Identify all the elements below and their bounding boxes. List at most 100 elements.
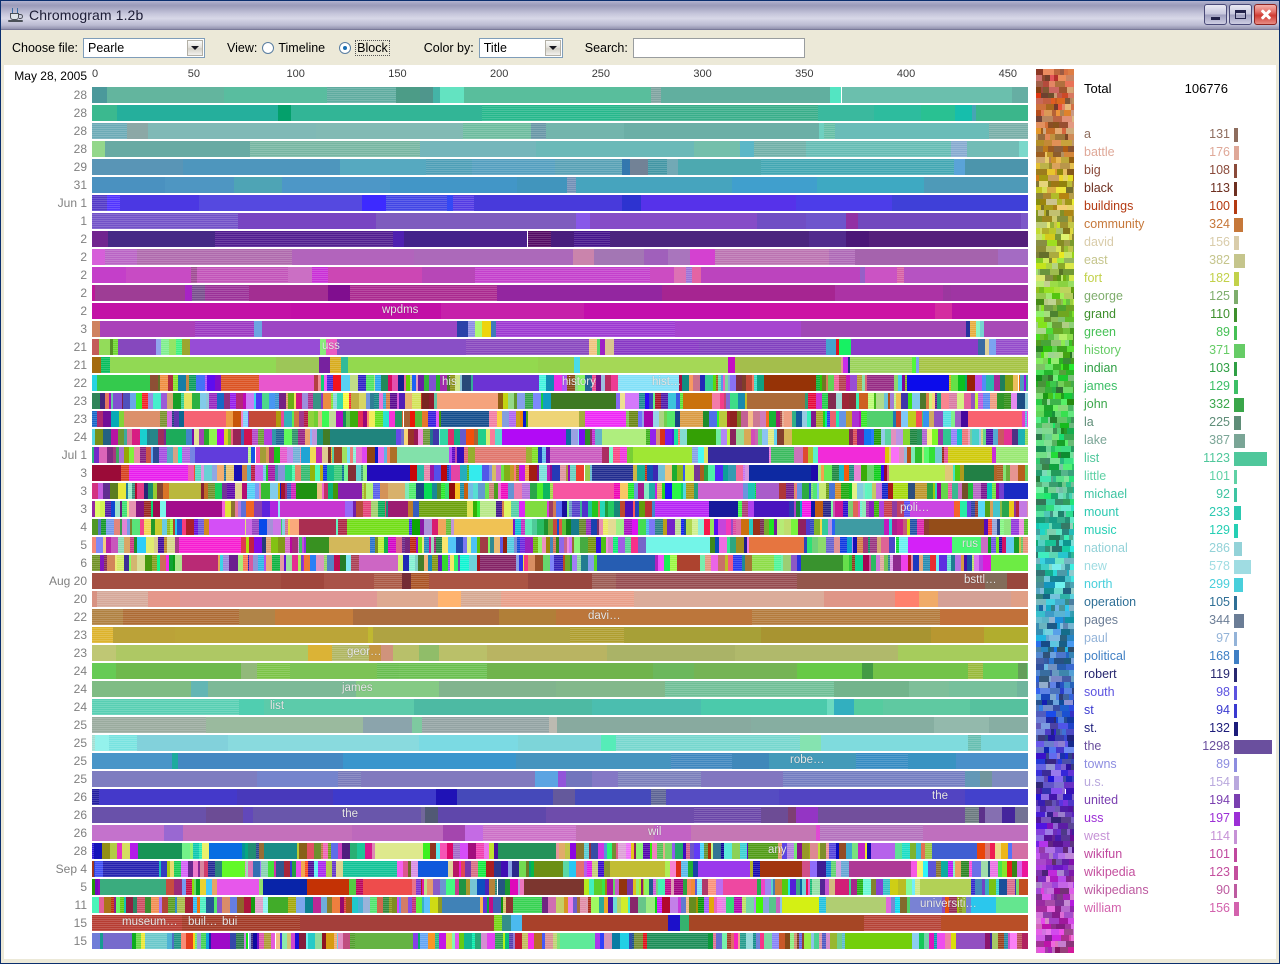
word-row[interactable]: michael92 [1078, 487, 1274, 505]
word-row[interactable]: mount233 [1078, 505, 1274, 523]
chart-row[interactable] [92, 717, 1028, 733]
chevron-down-icon[interactable] [545, 40, 561, 56]
word-row[interactable]: st94 [1078, 703, 1274, 721]
word-row[interactable]: uss197 [1078, 811, 1274, 829]
word-row[interactable]: little101 [1078, 469, 1274, 487]
search-input[interactable] [633, 38, 805, 58]
word-row[interactable]: black113 [1078, 181, 1274, 199]
chart-row[interactable]: the [92, 789, 1028, 805]
radio-block[interactable]: Block [339, 40, 390, 56]
file-select[interactable]: Pearle [83, 38, 205, 58]
word-row[interactable]: a131 [1078, 127, 1274, 145]
word-row[interactable]: st.132 [1078, 721, 1274, 739]
word-row[interactable]: david156 [1078, 235, 1274, 253]
word-row[interactable]: u.s.154 [1078, 775, 1274, 793]
chart-row[interactable] [92, 141, 1028, 157]
chart-row[interactable] [92, 483, 1028, 499]
word-row[interactable]: john332 [1078, 397, 1274, 415]
chart-row[interactable]: list [92, 699, 1028, 715]
chart-row[interactable] [92, 591, 1028, 607]
word-row[interactable]: history371 [1078, 343, 1274, 361]
chart-row[interactable] [92, 267, 1028, 283]
chart-row[interactable]: bsttl… [92, 573, 1028, 589]
chart-row[interactable] [92, 159, 1028, 175]
chart-row[interactable]: geor… [92, 645, 1028, 661]
chart-row[interactable] [92, 879, 1028, 895]
chart-row[interactable]: uss [92, 339, 1028, 355]
chart-row[interactable] [92, 177, 1028, 193]
word-row[interactable]: wikipedians90 [1078, 883, 1274, 901]
word-row[interactable]: big108 [1078, 163, 1274, 181]
title-bar[interactable]: Chromogram 1.2b [1, 1, 1280, 30]
chromogram-chart[interactable]: wpdms uss hishistoryhist… poli… rus bsttl… dav… [92, 87, 1028, 961]
overview-thumbnail-strip[interactable] [1036, 69, 1074, 953]
word-row[interactable]: united194 [1078, 793, 1274, 811]
maximize-button[interactable] [1229, 4, 1252, 25]
chart-row[interactable] [92, 933, 1028, 949]
chart-row[interactable] [92, 735, 1028, 751]
chart-row[interactable]: museum…buil…bui [92, 915, 1028, 931]
word-row[interactable]: towns89 [1078, 757, 1274, 775]
word-row[interactable]: green89 [1078, 325, 1274, 343]
word-row[interactable]: operation105 [1078, 595, 1274, 613]
word-row[interactable]: wikifun101 [1078, 847, 1274, 865]
chart-row[interactable] [92, 231, 1028, 247]
word-row[interactable]: new578 [1078, 559, 1274, 577]
word-row[interactable]: buildings100 [1078, 199, 1274, 217]
word-row[interactable]: list1123 [1078, 451, 1274, 469]
chevron-down-icon[interactable] [187, 40, 203, 56]
chart-row[interactable]: poli… [92, 501, 1028, 517]
chart-row[interactable] [92, 357, 1028, 373]
word-row[interactable]: national286 [1078, 541, 1274, 559]
chart-row[interactable] [92, 213, 1028, 229]
chart-row[interactable] [92, 123, 1028, 139]
chart-row[interactable] [92, 555, 1028, 571]
word-row[interactable]: west114 [1078, 829, 1274, 847]
chart-row[interactable]: wpdms [92, 303, 1028, 319]
word-row[interactable]: pages344 [1078, 613, 1274, 631]
word-row[interactable]: community324 [1078, 217, 1274, 235]
chart-row[interactable] [92, 195, 1028, 211]
chart-row[interactable] [92, 249, 1028, 265]
word-row[interactable]: political168 [1078, 649, 1274, 667]
chart-row[interactable] [92, 519, 1028, 535]
chart-row[interactable] [92, 465, 1028, 481]
chart-row[interactable] [92, 429, 1028, 445]
minimize-button[interactable] [1204, 4, 1227, 25]
color-by-select[interactable]: Title [479, 38, 563, 58]
word-row[interactable]: william156 [1078, 901, 1274, 919]
radio-timeline[interactable]: Timeline [262, 41, 325, 55]
chart-row[interactable]: rus [92, 537, 1028, 553]
chart-row[interactable] [92, 321, 1028, 337]
chart-row[interactable] [92, 447, 1028, 463]
word-row[interactable]: battle176 [1078, 145, 1274, 163]
word-row[interactable]: robert119 [1078, 667, 1274, 685]
chart-row[interactable]: robe… [92, 753, 1028, 769]
word-row[interactable]: grand110 [1078, 307, 1274, 325]
word-row[interactable]: fort182 [1078, 271, 1274, 289]
chart-row[interactable] [92, 87, 1028, 103]
chart-row[interactable] [92, 861, 1028, 877]
chart-row[interactable]: hishistoryhist… [92, 375, 1028, 391]
chart-row[interactable]: wil [92, 825, 1028, 841]
word-row[interactable]: paul97 [1078, 631, 1274, 649]
word-row[interactable]: lake387 [1078, 433, 1274, 451]
chart-row[interactable]: universiti… [92, 897, 1028, 913]
word-row[interactable]: james129 [1078, 379, 1274, 397]
word-row[interactable]: indian103 [1078, 361, 1274, 379]
word-row[interactable]: wikipedia123 [1078, 865, 1274, 883]
chart-row[interactable]: james [92, 681, 1028, 697]
chart-row[interactable] [92, 663, 1028, 679]
word-row[interactable]: south98 [1078, 685, 1274, 703]
chart-row[interactable]: the [92, 807, 1028, 823]
chart-row[interactable] [92, 105, 1028, 121]
chart-row[interactable]: any [92, 843, 1028, 859]
close-button[interactable] [1254, 4, 1277, 25]
chart-row[interactable] [92, 771, 1028, 787]
word-row[interactable]: the1298 [1078, 739, 1274, 757]
chart-row[interactable]: davi… [92, 609, 1028, 625]
word-row[interactable]: east382 [1078, 253, 1274, 271]
word-row[interactable]: north299 [1078, 577, 1274, 595]
word-row[interactable]: music129 [1078, 523, 1274, 541]
chart-row[interactable] [92, 411, 1028, 427]
